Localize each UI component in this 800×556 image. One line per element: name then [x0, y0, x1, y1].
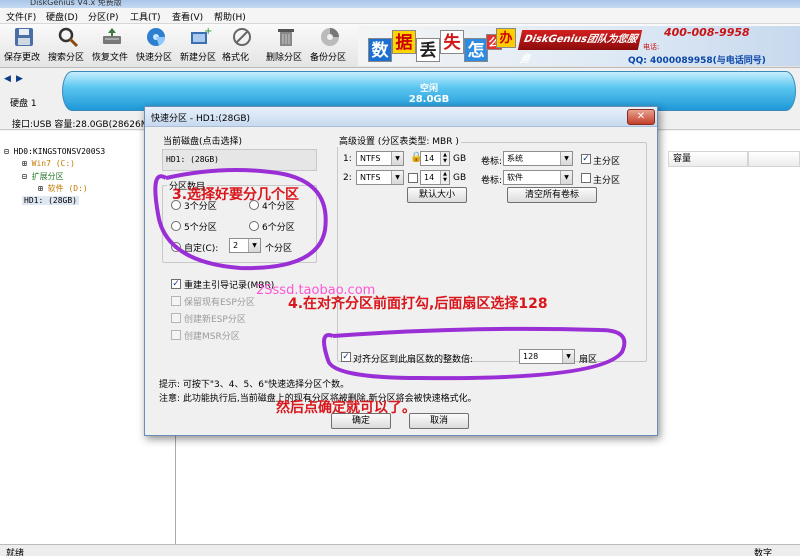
annotation-step3: 3.选择好要分几个区 [172, 187, 300, 203]
watermark: 2Sssd.taobao.com [256, 283, 376, 298]
annotation-final: 然后点确定就可以了。 [276, 400, 416, 416]
annotation-circles [153, 168, 627, 381]
annotation-circle-align [322, 326, 627, 381]
